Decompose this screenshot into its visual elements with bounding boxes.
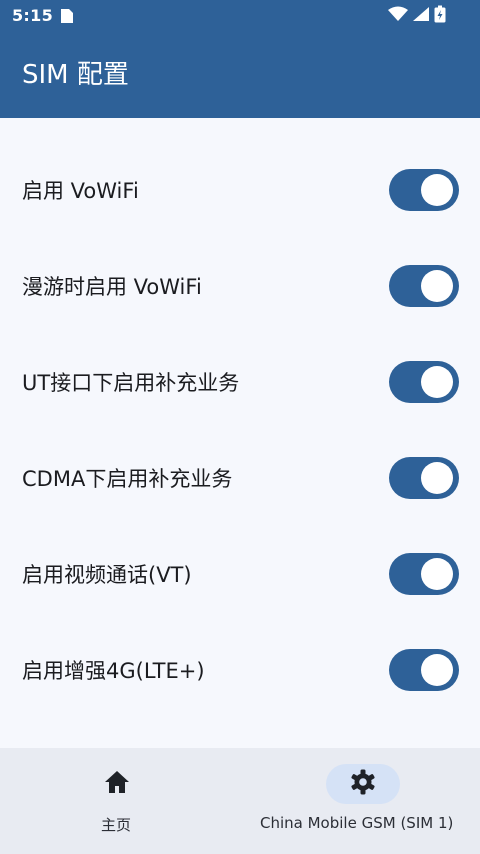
nav-icon-container (326, 764, 400, 804)
home-icon (104, 770, 130, 798)
status-icons (388, 5, 446, 27)
wifi-icon (388, 6, 408, 26)
setting-label: UT接口下启用补充业务 (22, 371, 240, 395)
battery-charging-icon (434, 5, 446, 27)
cdma-supplementary-switch[interactable] (389, 457, 459, 499)
sim-card-icon (60, 8, 74, 24)
setting-row-vowifi: 启用 VoWiFi (0, 142, 480, 238)
nav-label-sim1: China Mobile GSM (SIM 1) (260, 814, 454, 832)
video-call-switch[interactable] (389, 553, 459, 595)
setting-row-ut-supplementary: UT接口下启用补充业务 (0, 334, 480, 430)
switch-thumb (421, 462, 453, 494)
setting-row-cdma-supplementary: CDMA下启用补充业务 (0, 430, 480, 526)
setting-row-enhanced-4g: 启用增强4G(LTE+) (0, 622, 480, 718)
page-title: SIM 配置 (22, 60, 129, 90)
nav-label-home: 主页 (101, 816, 132, 834)
setting-label: 启用增强4G(LTE+) (22, 659, 205, 683)
enhanced-4g-switch[interactable] (389, 649, 459, 691)
bottom-nav: 主页 China Mobile GSM (SIM 1) (0, 748, 480, 854)
switch-thumb (421, 270, 453, 302)
setting-label: CDMA下启用补充业务 (22, 467, 233, 491)
status-time: 5:15 (12, 6, 53, 25)
setting-row-video-call: 启用视频通话(VT) (0, 526, 480, 622)
vowifi-switch[interactable] (389, 169, 459, 211)
nav-icon-container (80, 764, 154, 804)
switch-thumb (421, 174, 453, 206)
app-bar: SIM 配置 (0, 32, 480, 118)
ut-supplementary-switch[interactable] (389, 361, 459, 403)
vowifi-roaming-switch[interactable] (389, 265, 459, 307)
nav-item-home[interactable]: 主页 (80, 748, 154, 854)
setting-label: 启用视频通话(VT) (22, 563, 192, 587)
switch-thumb (421, 366, 453, 398)
signal-icon (412, 6, 430, 26)
switch-thumb (421, 654, 453, 686)
settings-list: 启用 VoWiFi 漫游时启用 VoWiFi UT接口下启用补充业务 CDMA下… (0, 118, 480, 748)
setting-row-vowifi-roaming: 漫游时启用 VoWiFi (0, 238, 480, 334)
nav-item-sim1[interactable]: China Mobile GSM (SIM 1) (256, 748, 470, 854)
setting-label: 启用 VoWiFi (22, 179, 139, 203)
status-bar: 5:15 (0, 0, 480, 32)
gear-icon (350, 769, 376, 799)
setting-label: 漫游时启用 VoWiFi (22, 275, 202, 299)
switch-thumb (421, 558, 453, 590)
